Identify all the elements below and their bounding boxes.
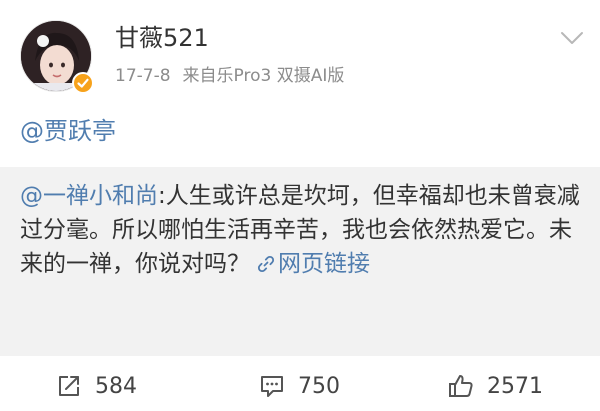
mention-link[interactable]: @贾跃亭 [20, 114, 116, 148]
username[interactable]: 甘薇521 [115, 22, 209, 54]
link-icon [257, 255, 275, 273]
weibo-post: 甘薇521 17-7-8 来自乐Pro3 双摄AI版 @贾跃亭 @一禅小和尚:人生… [0, 0, 600, 411]
chevron-down-icon[interactable] [560, 30, 584, 46]
comment-count: 750 [298, 373, 340, 399]
repost-author-link[interactable]: @一禅小和尚 [20, 183, 158, 209]
repost-text-block: @一禅小和尚:人生或许总是坎坷，但幸福却也未曾衰减过分毫。所以哪怕生活再辛苦，我… [20, 179, 580, 281]
post-meta: 17-7-8 来自乐Pro3 双摄AI版 [115, 64, 344, 88]
repost-count: 584 [95, 373, 137, 399]
post-date: 17-7-8 [115, 66, 171, 86]
like-button[interactable]: 2571 [447, 372, 543, 400]
like-count: 2571 [487, 373, 543, 399]
post-header: 甘薇521 17-7-8 来自乐Pro3 双摄AI版 [0, 0, 600, 110]
repost-icon [59, 376, 79, 396]
thumbs-up-icon [449, 375, 473, 397]
repost-button[interactable]: 584 [55, 372, 137, 400]
comment-icon [261, 376, 283, 397]
web-link[interactable]: 网页链接 [250, 251, 370, 277]
web-link-label: 网页链接 [278, 251, 370, 277]
post-source: 来自乐Pro3 双摄AI版 [182, 66, 345, 86]
reposted-content[interactable]: @一禅小和尚:人生或许总是坎坷，但幸福却也未曾衰减过分毫。所以哪怕生活再辛苦，我… [0, 167, 600, 356]
comment-button[interactable]: 750 [258, 372, 340, 400]
action-bar: 584 750 2571 [0, 356, 600, 411]
verified-badge-icon [72, 72, 94, 94]
